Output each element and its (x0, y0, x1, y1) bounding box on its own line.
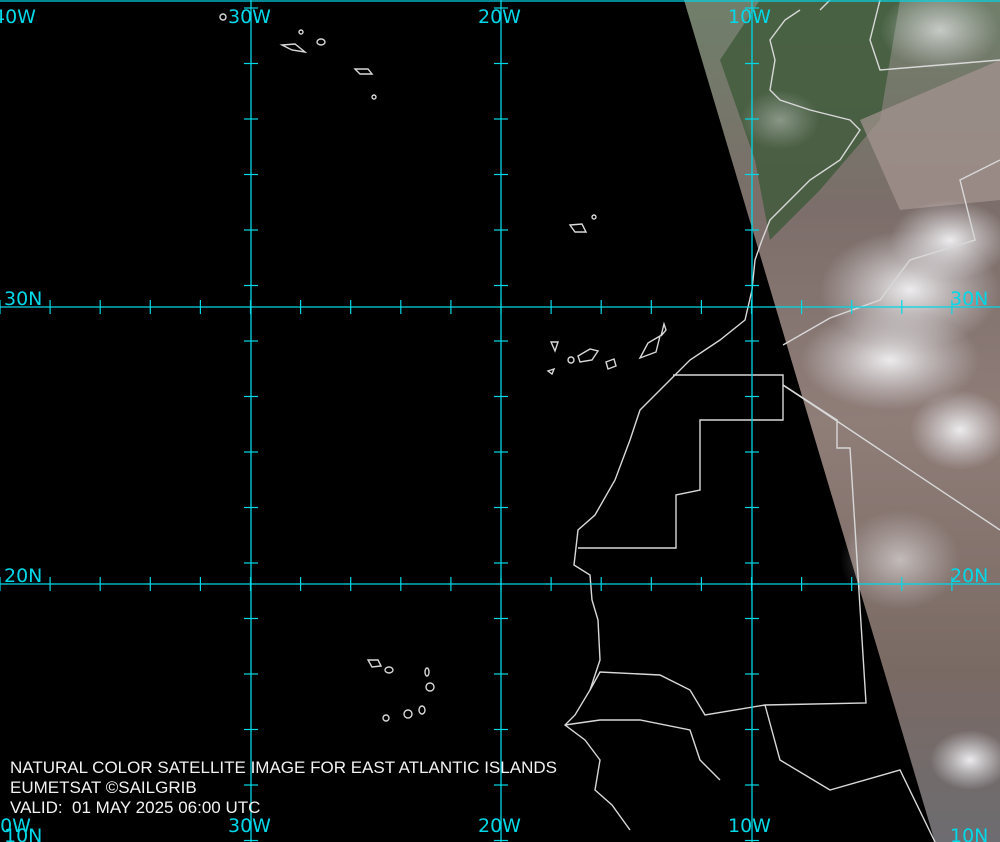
lon-label-30w-bottom: 30W (228, 815, 271, 837)
lat-label-10n-right: 10N (950, 825, 988, 842)
lat-label-30n-right: 30N (950, 288, 988, 310)
lon-label-20w: 20W (478, 6, 521, 28)
lon-label-10w-bottom: 10W (728, 815, 771, 837)
lat-label-20n-left: 20N (4, 565, 42, 587)
caption-valid-time: VALID: 01 MAY 2025 06:00 UTC (10, 798, 261, 817)
lon-label-20w-bottom: 20W (478, 815, 521, 837)
lon-label-40w: 40W (0, 6, 36, 28)
lon-label-30w: 30W (228, 6, 271, 28)
caption-title: NATURAL COLOR SATELLITE IMAGE FOR EAST A… (10, 758, 557, 777)
lon-label-10w: 10W (728, 6, 771, 28)
lat-label-20n-right: 20N (950, 565, 988, 587)
map-caption: NATURAL COLOR SATELLITE IMAGE FOR EAST A… (10, 758, 557, 818)
lat-label-10n-left: 10N (4, 825, 42, 842)
lat-label-30n-left: 30N (4, 288, 42, 310)
caption-credit: EUMETSAT ©SAILGRIB (10, 778, 197, 797)
satellite-map: 40W 30W 20W 10W 40W 30W 20W 10W 30N 30N … (0, 0, 1000, 842)
